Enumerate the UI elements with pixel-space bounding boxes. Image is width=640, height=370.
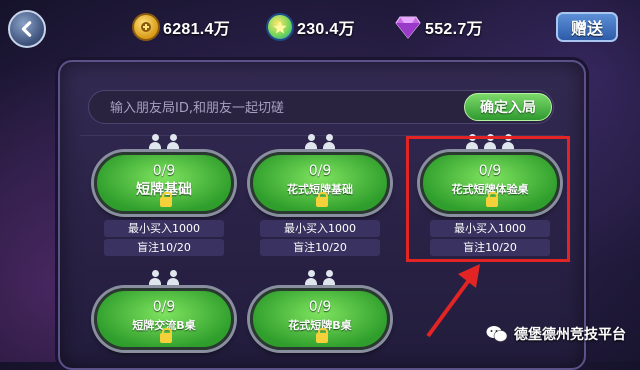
- coins-display[interactable]: 6281.4万: [132, 13, 231, 41]
- seats: [94, 270, 234, 288]
- coin-icon: [132, 13, 160, 41]
- back-button[interactable]: [8, 10, 46, 48]
- highlight-box: [406, 136, 570, 262]
- seat-icon: [148, 270, 162, 286]
- table-felt[interactable]: 0/9 短牌交流B桌: [94, 288, 234, 350]
- diamond-icon: [394, 13, 422, 41]
- wechat-icon: [486, 326, 508, 342]
- player-count: 0/9: [152, 299, 176, 315]
- player-count: 0/9: [308, 163, 332, 179]
- seat-icon: [322, 270, 336, 286]
- table-info: 最小买入1000 盲注10/20: [260, 220, 380, 258]
- gift-button[interactable]: 赠送: [556, 12, 618, 42]
- seats: [250, 134, 390, 152]
- seat-icon: [304, 270, 318, 286]
- seat-icon: [166, 270, 180, 286]
- arrow-icon: [426, 264, 480, 338]
- seat-icon: [322, 134, 336, 150]
- lock-icon: [160, 328, 172, 343]
- back-arrow-icon: [21, 21, 32, 37]
- seats: [250, 270, 390, 288]
- player-count: 0/9: [308, 299, 332, 315]
- chips-display[interactable]: 230.4万: [266, 13, 355, 41]
- table-felt[interactable]: 0/9 短牌基础: [94, 152, 234, 214]
- diamonds-value: 552.7万: [425, 21, 483, 38]
- min-buy-in: 最小买入1000: [260, 220, 380, 237]
- table-felt[interactable]: 0/9 花式短牌基础: [250, 152, 390, 214]
- seat-icon: [166, 134, 180, 150]
- watermark-text: 德堡德州竞技平台: [514, 327, 626, 343]
- min-buy-in: 最小买入1000: [104, 220, 224, 237]
- lock-icon: [160, 192, 172, 207]
- search-placeholder: 输入朋友局ID,和朋友一起切磋: [110, 101, 284, 116]
- seat-icon: [148, 134, 162, 150]
- seats: [94, 134, 234, 152]
- table-info: 最小买入1000 盲注10/20: [104, 220, 224, 258]
- confirm-join-button[interactable]: 确定入局: [464, 93, 552, 121]
- chips-value: 230.4万: [297, 21, 355, 38]
- lock-icon: [316, 328, 328, 343]
- coins-value: 6281.4万: [163, 21, 231, 38]
- chip-icon: [266, 13, 294, 41]
- watermark: 德堡德州竞技平台: [486, 324, 626, 344]
- player-count: 0/9: [152, 163, 176, 179]
- lock-icon: [316, 192, 328, 207]
- seat-icon: [304, 134, 318, 150]
- blinds: 盲注10/20: [260, 239, 380, 256]
- blinds: 盲注10/20: [104, 239, 224, 256]
- table-felt[interactable]: 0/9 花式短牌B桌: [250, 288, 390, 350]
- diamonds-display[interactable]: 552.7万: [394, 14, 483, 40]
